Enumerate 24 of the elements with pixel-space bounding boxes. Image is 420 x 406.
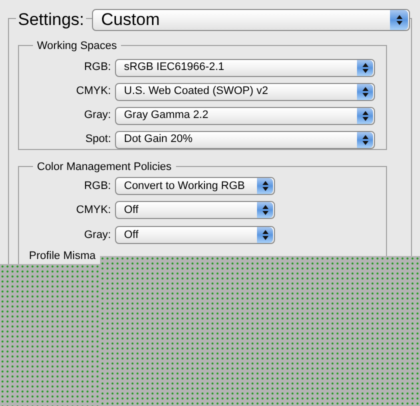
popup-menu[interactable]: U.S. Web Coated (SWOP) v2 xyxy=(115,82,375,100)
stepper-arrows-icon xyxy=(357,60,373,76)
field-label: Spot: xyxy=(84,132,112,148)
stepper-arrows-icon xyxy=(357,132,373,148)
popup-menu[interactable]: Convert to Working RGB xyxy=(115,176,275,195)
field-label: Gray: xyxy=(83,108,112,124)
popup-menu[interactable]: Dot Gain 20% xyxy=(115,130,375,148)
stepper-arrows-icon xyxy=(257,226,273,243)
stepper-arrows-icon xyxy=(357,84,373,100)
popup-menu[interactable]: Off xyxy=(115,226,275,244)
field-label: CMYK: xyxy=(75,203,112,218)
popup-menu[interactable]: sRGB IEC61966-2.1 xyxy=(115,58,375,76)
popup-menu[interactable]: Gray Gamma 2.2 xyxy=(115,106,375,124)
field-label: RGB: xyxy=(83,60,112,76)
field-label: RGB: xyxy=(83,178,112,194)
stepper-arrows-icon xyxy=(257,202,273,218)
profile-mismatches-label: Profile Misma xyxy=(29,250,96,262)
popup-menu[interactable]: Off xyxy=(115,201,275,220)
field-label: Gray: xyxy=(83,228,112,242)
stepper-arrows-icon xyxy=(357,108,373,124)
field-label: CMYK: xyxy=(75,84,112,100)
popup-menu[interactable]: Custom xyxy=(92,8,410,31)
stepper-arrows-icon xyxy=(257,178,273,194)
stepper-arrows-icon xyxy=(390,10,408,30)
